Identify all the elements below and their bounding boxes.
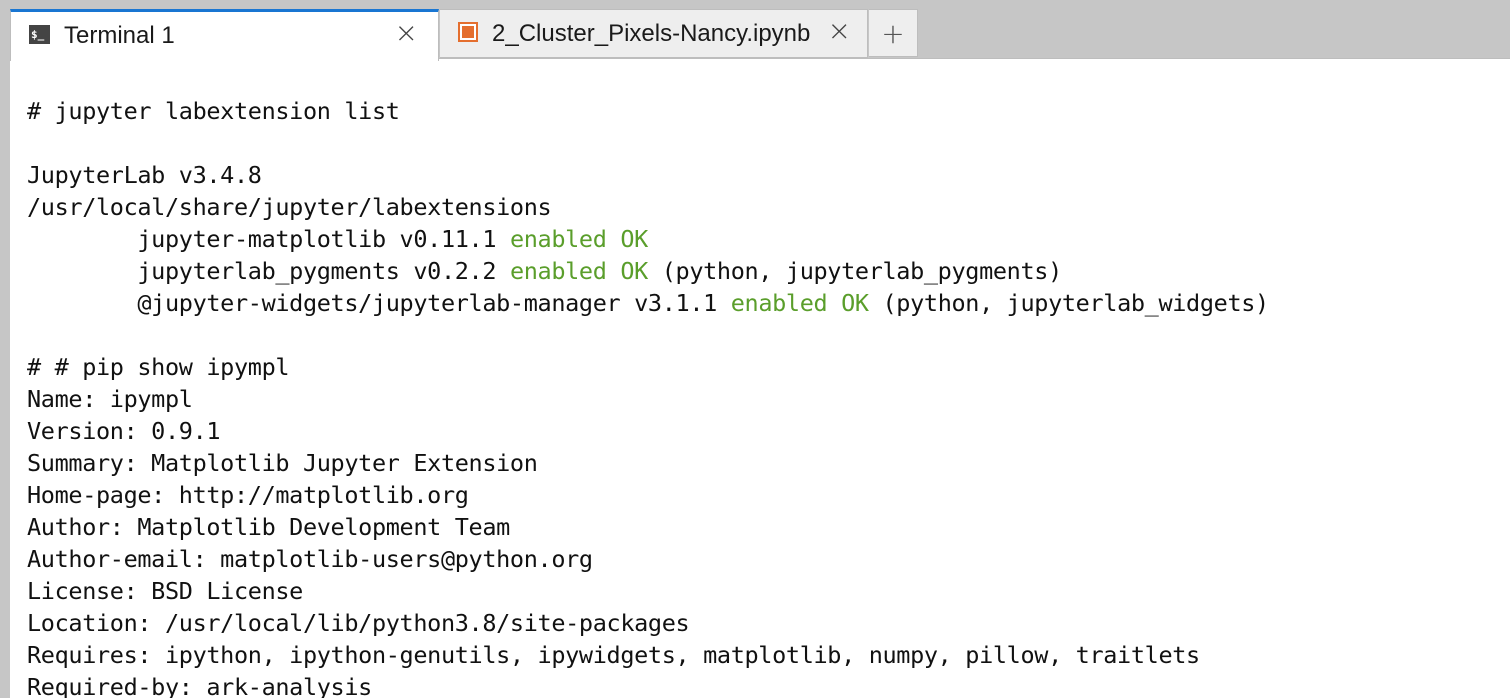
jupyterlab-window: $_ Terminal 1 × 2_Cluster_Pixels-Nancy.i…	[0, 0, 1510, 698]
terminal-text: (python, jupyterlab_widgets)	[868, 289, 1270, 317]
terminal-text: Version: 0.9.1	[27, 417, 221, 445]
terminal-line: Location: /usr/local/lib/python3.8/site-…	[27, 607, 1510, 639]
terminal-line: Summary: Matplotlib Jupyter Extension	[27, 447, 1510, 479]
tab-terminal-1[interactable]: $_ Terminal 1 ×	[10, 9, 439, 61]
terminal-line: Author-email: matplotlib-users@python.or…	[27, 543, 1510, 575]
status-ok: enabled OK	[509, 257, 648, 285]
terminal-line: Home-page: http://matplotlib.org	[27, 479, 1510, 511]
terminal-line: Requires: ipython, ipython-genutils, ipy…	[27, 639, 1510, 671]
terminal-line: jupyterlab_pygments v0.2.2 enabled OK (p…	[27, 255, 1510, 287]
terminal-line: # jupyter labextension list	[27, 95, 1510, 127]
terminal-line: /usr/local/share/jupyter/labextensions	[27, 191, 1510, 223]
terminal-text: Author: Matplotlib Development Team	[27, 513, 510, 541]
add-tab-button[interactable]: +	[869, 9, 918, 57]
terminal-text: (python, jupyterlab_pygments)	[647, 257, 1063, 285]
terminal-text: Name: ipympl	[27, 385, 193, 413]
terminal-line: JupyterLab v3.4.8	[27, 159, 1510, 191]
terminal-text: Requires: ipython, ipython-genutils, ipy…	[27, 641, 1200, 669]
status-ok: enabled OK	[730, 289, 869, 317]
close-icon[interactable]: ×	[395, 16, 418, 49]
notebook-icon	[458, 22, 478, 42]
terminal-line: # # pip show ipympl	[27, 351, 1510, 383]
terminal-line: Version: 0.9.1	[27, 415, 1510, 447]
tab-label: 2_Cluster_Pixels-Nancy.ipynb	[492, 20, 811, 47]
terminal-text: Summary: Matplotlib Jupyter Extension	[27, 449, 538, 477]
terminal-line: Required-by: ark-analysis	[27, 671, 1510, 698]
terminal-line: @jupyter-widgets/jupyterlab-manager v3.1…	[27, 287, 1510, 319]
terminal-text: /usr/local/share/jupyter/labextensions	[27, 193, 552, 221]
terminal-output[interactable]: # jupyter labextension list JupyterLab v3…	[10, 58, 1510, 698]
terminal-text: JupyterLab v3.4.8	[27, 161, 262, 189]
terminal-text: # # pip show ipympl	[27, 353, 290, 381]
terminal-text: jupyter-matplotlib v0.11.1	[27, 225, 510, 253]
terminal-line: License: BSD License	[27, 575, 1510, 607]
terminal-text: @jupyter-widgets/jupyterlab-manager v3.1…	[27, 289, 731, 317]
terminal-text: # jupyter labextension list	[27, 97, 400, 125]
terminal-text: Home-page: http://matplotlib.org	[27, 481, 469, 509]
terminal-line: Author: Matplotlib Development Team	[27, 511, 1510, 543]
tab-bar: $_ Terminal 1 × 2_Cluster_Pixels-Nancy.i…	[0, 0, 1510, 61]
close-icon[interactable]: ×	[828, 14, 851, 47]
terminal-text: Required-by: ark-analysis	[27, 673, 372, 698]
tab-label: Terminal 1	[64, 22, 175, 49]
status-ok: enabled OK	[509, 225, 648, 253]
tab-notebook[interactable]: 2_Cluster_Pixels-Nancy.ipynb ×	[440, 9, 868, 58]
terminal-text: Author-email: matplotlib-users@python.or…	[27, 545, 593, 573]
terminal-text: jupyterlab_pygments v0.2.2	[27, 257, 510, 285]
terminal-line: jupyter-matplotlib v0.11.1 enabled OK	[27, 223, 1510, 255]
left-border	[0, 58, 10, 698]
terminal-icon: $_	[29, 25, 50, 44]
terminal-line: Name: ipympl	[27, 383, 1510, 415]
terminal-text: License: BSD License	[27, 577, 303, 605]
terminal-text: Location: /usr/local/lib/python3.8/site-…	[27, 609, 690, 637]
